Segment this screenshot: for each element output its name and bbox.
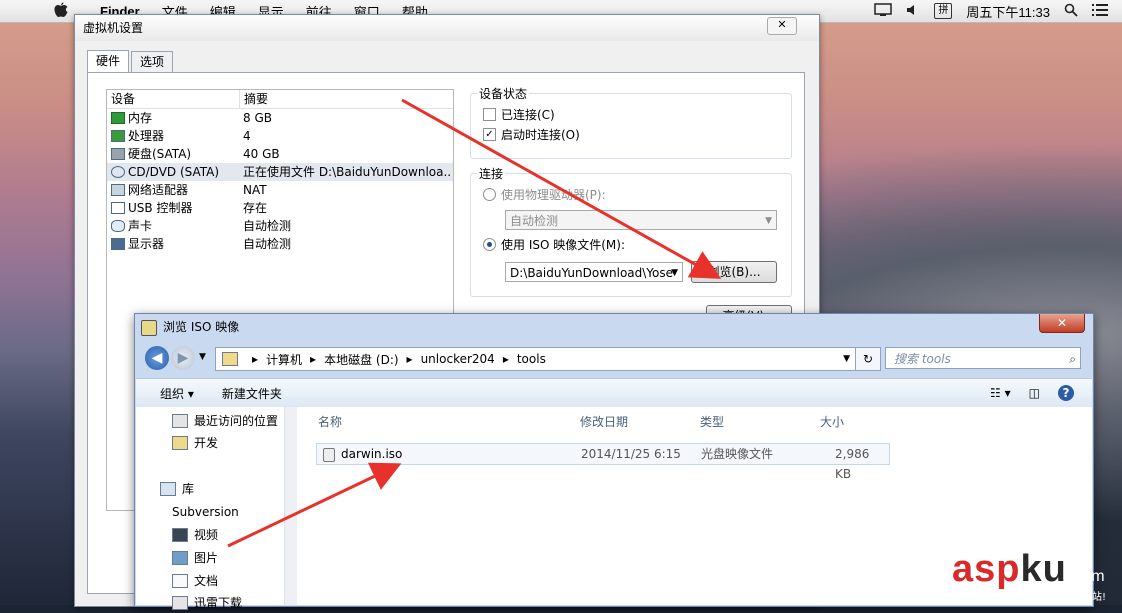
watermark-asp: asp: [952, 548, 1021, 590]
watermark-ku: ku: [1020, 548, 1067, 590]
annotation-arrows: [227, 98, 722, 548]
arrow-to-darwin-iso: [227, 462, 402, 548]
watermark-com: .com: [1066, 568, 1106, 585]
watermark-subtitle: 免费网站源码下载站!: [1012, 592, 1107, 603]
arrow-to-browse: [401, 98, 722, 279]
watermark-logo: aspku.com: [952, 548, 1106, 591]
